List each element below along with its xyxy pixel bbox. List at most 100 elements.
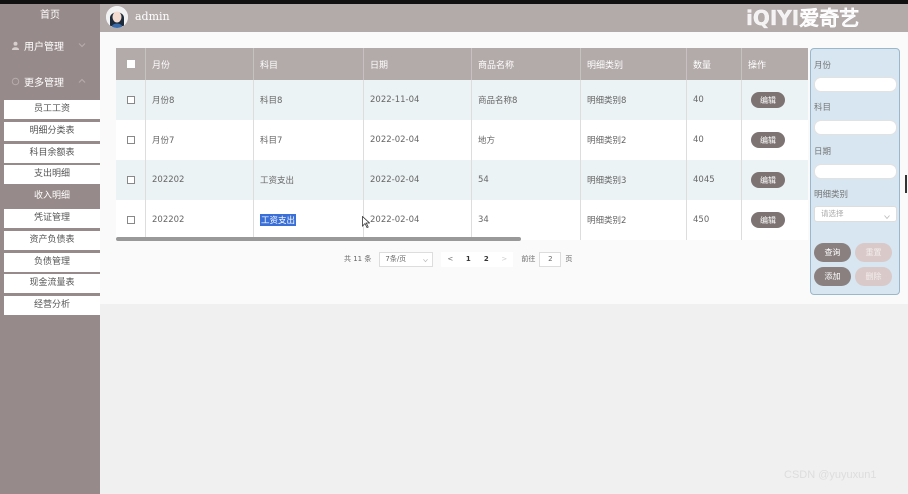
cell-date: 2022-02-04 (364, 200, 472, 240)
search-panel: 月份 科目 日期 明细类别 请选择 查询 重置 添加 删除 (810, 48, 900, 295)
category-label: 明细类别 (814, 190, 849, 200)
cell-action: 编辑 (742, 200, 808, 240)
chevron-up-icon (78, 77, 86, 85)
row-select-cell (116, 80, 146, 120)
date-input[interactable] (814, 164, 897, 179)
sidebar-submenu: 员工工资 明细分类表 科目余额表 支出明细 收入明细 凭证管理 资产负债表 负债… (0, 100, 100, 316)
goto-prefix: 前往 (521, 255, 536, 263)
app-root: 首页 用户管理 更多管理 员工工资 明细分类表 科目余额表 支出明细 收入明细 … (0, 0, 908, 494)
row-checkbox[interactable] (126, 136, 135, 144)
sidebar-item-account-balance[interactable]: 科目余额表 (4, 143, 100, 163)
subject-label: 科目 (814, 103, 832, 113)
cell-product: 商品名称8 (472, 80, 581, 120)
top-header: admin iQIYI爱奇艺 (100, 4, 908, 32)
row-checkbox[interactable] (126, 216, 135, 224)
sidebar-item-balance-sheet[interactable]: 资产负债表 (4, 230, 100, 250)
edit-button[interactable]: 编辑 (751, 172, 785, 188)
cell-quantity: 40 (687, 120, 742, 160)
edit-button[interactable]: 编辑 (751, 212, 785, 228)
user-icon (10, 40, 20, 50)
sidebar-item-expense-detail[interactable]: 支出明细 (4, 165, 100, 185)
cell-action: 编辑 (742, 120, 808, 160)
cell-action: 编辑 (742, 160, 808, 200)
sidebar-item-detail-category[interactable]: 明细分类表 (4, 121, 100, 141)
mouse-cursor-icon (362, 216, 370, 228)
column-header-subject[interactable]: 科目 (254, 48, 364, 80)
table-row: 202202 工资支出 2022-02-04 54 明细类别3 4045 编辑 (116, 160, 808, 200)
edit-button[interactable]: 编辑 (751, 92, 785, 108)
cell-quantity: 450 (687, 200, 742, 240)
chevron-down-icon (78, 41, 86, 49)
side-resize-handle[interactable] (905, 175, 907, 193)
sidebar-item-employee-salary[interactable]: 员工工资 (4, 100, 100, 119)
page-nav: < 1 2 > (441, 251, 514, 267)
column-header-month[interactable]: 月份 (146, 48, 254, 80)
sidebar-item-cash-flow[interactable]: 现金流量表 (4, 274, 100, 294)
avatar[interactable] (106, 6, 128, 28)
row-checkbox[interactable] (126, 96, 135, 104)
reset-button[interactable]: 重置 (855, 243, 892, 262)
column-header-product[interactable]: 商品名称 (472, 48, 581, 80)
cell-product: 34 (472, 200, 581, 240)
goto-suffix: 页 (565, 255, 573, 263)
date-label: 日期 (814, 147, 832, 157)
cell-product: 54 (472, 160, 581, 200)
row-checkbox[interactable] (126, 176, 135, 184)
subject-input[interactable] (814, 120, 897, 135)
cell-subject: 工资支出 (254, 160, 364, 200)
category-select[interactable]: 请选择 (814, 206, 897, 222)
selected-text: 工资支出 (260, 214, 297, 226)
select-all-checkbox[interactable] (126, 60, 135, 68)
table-row: 月份8 科目8 2022-11-04 商品名称8 明细类别8 40 编辑 (116, 80, 808, 120)
cell-subject: 科目7 (254, 120, 364, 160)
column-header-date[interactable]: 日期 (364, 48, 472, 80)
sidebar: 首页 用户管理 更多管理 员工工资 明细分类表 科目余额表 支出明细 收入明细 … (0, 4, 100, 494)
category-placeholder: 请选择 (821, 209, 844, 218)
cell-date: 2022-02-04 (364, 160, 472, 200)
sidebar-item-voucher[interactable]: 凭证管理 (4, 208, 100, 228)
goto-page-input[interactable]: 2 (539, 251, 562, 267)
edit-button[interactable]: 编辑 (751, 132, 785, 148)
horizontal-scrollbar[interactable] (116, 237, 521, 241)
table-header: 月份 科目 日期 商品名称 明细类别 数量 操作 (116, 48, 808, 80)
prev-page-button[interactable]: < (441, 255, 459, 263)
add-button[interactable]: 添加 (814, 267, 851, 286)
sidebar-group-user-management[interactable]: 用户管理 (0, 30, 100, 60)
cell-category: 明细类别3 (581, 160, 687, 200)
cell-category: 明细类别8 (581, 80, 687, 120)
pagination: 共 11 条 7条/页 < 1 2 > 前往 2 页 (344, 251, 572, 267)
sidebar-group-more-management[interactable]: 更多管理 (0, 66, 100, 96)
iqiyi-logo: iQIYI爱奇艺 (746, 4, 872, 30)
watermark: CSDN @yuyuxun1 (784, 469, 877, 481)
month-label: 月份 (814, 61, 832, 71)
row-select-cell (116, 120, 146, 160)
delete-button[interactable]: 删除 (855, 267, 892, 286)
page-size-select[interactable]: 7条/页 (379, 251, 434, 267)
sidebar-group-label: 用户管理 (24, 41, 64, 53)
select-all-cell (116, 48, 146, 80)
chevron-down-icon (884, 211, 890, 220)
page-number-2[interactable]: 2 (477, 255, 495, 263)
cell-month: 月份8 (146, 80, 254, 120)
table-body: 月份8 科目8 2022-11-04 商品名称8 明细类别8 40 编辑 月份7… (116, 80, 808, 240)
svg-text:iQIYI爱奇艺: iQIYI爱奇艺 (746, 6, 859, 30)
sidebar-item-income-detail[interactable]: 收入明细 (4, 187, 100, 207)
next-page-button[interactable]: > (495, 255, 513, 263)
sidebar-home[interactable]: 首页 (0, 4, 100, 30)
column-header-category[interactable]: 明细类别 (581, 48, 687, 80)
column-header-action: 操作 (748, 60, 767, 71)
sidebar-item-business-analysis[interactable]: 经营分析 (4, 296, 100, 316)
cell-quantity: 40 (687, 80, 742, 120)
query-button[interactable]: 查询 (814, 243, 851, 262)
column-header-quantity[interactable]: 数量 (687, 48, 742, 80)
cell-date: 2022-11-04 (364, 80, 472, 120)
page-number-1[interactable]: 1 (459, 255, 477, 263)
cell-month: 202202 (146, 200, 254, 240)
cell-category: 明细类别2 (581, 120, 687, 160)
cell-subject: 工资支出 (254, 200, 364, 240)
month-input[interactable] (814, 77, 897, 92)
cell-date: 2022-02-04 (364, 120, 472, 160)
table-row: 月份7 科目7 2022-02-04 地方 明细类别2 40 编辑 (116, 120, 808, 160)
sidebar-item-liabilities[interactable]: 负债管理 (4, 252, 100, 272)
cell-month: 月份7 (146, 120, 254, 160)
